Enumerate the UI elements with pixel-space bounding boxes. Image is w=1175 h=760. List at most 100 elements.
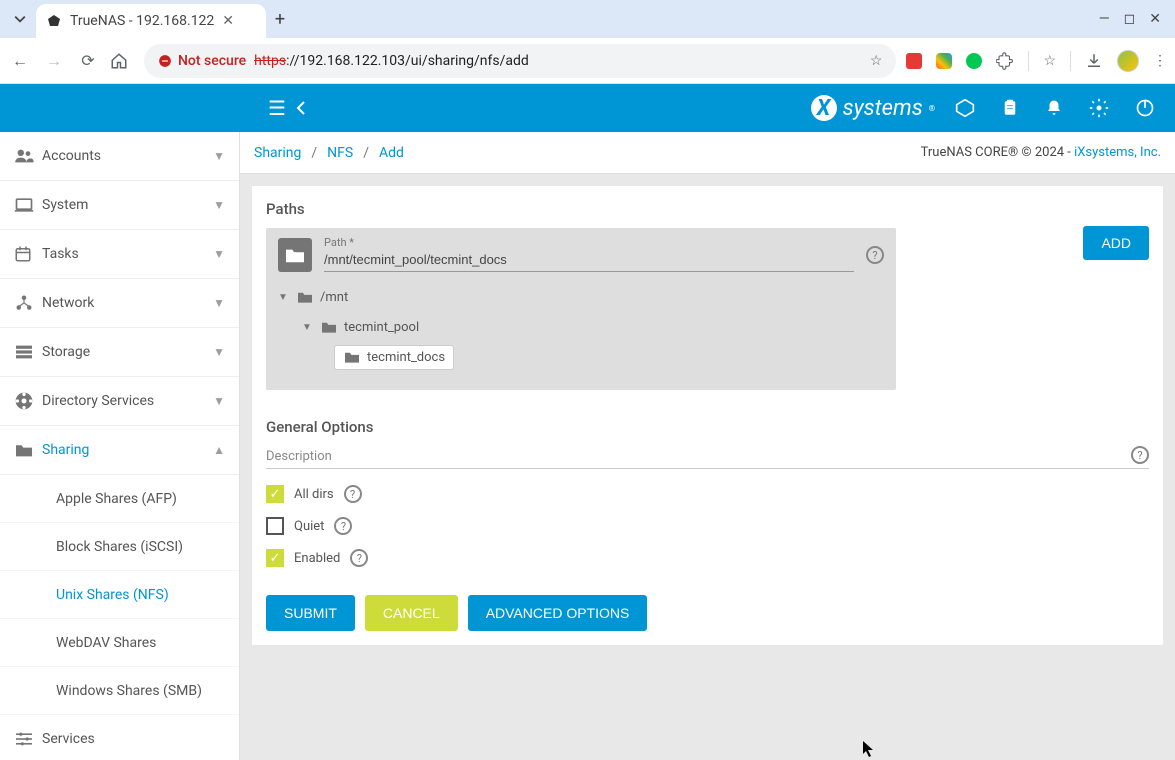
back-button[interactable]: ← — [8, 51, 32, 71]
url-text: https://192.168.122.103/ui/sharing/nfs/a… — [254, 53, 529, 69]
sidebar-item-accounts[interactable]: Accounts ▼ — [0, 132, 239, 181]
sliders-icon — [14, 731, 42, 747]
sidebar-item-label: Directory Services — [42, 393, 213, 409]
folder-add-icon[interactable] — [278, 238, 312, 272]
tree-row-root[interactable]: ▼ /mnt — [278, 282, 884, 312]
folder-icon — [296, 290, 314, 304]
back-chevron-icon[interactable] — [296, 101, 306, 115]
chevron-up-icon: ▲ — [213, 443, 225, 457]
not-secure-badge[interactable]: Not secure — [158, 53, 246, 69]
help-icon[interactable]: ? — [334, 517, 352, 535]
extensions-icon[interactable] — [996, 52, 1014, 70]
checkbox-label: Enabled — [294, 551, 340, 566]
sidebar-item-label: Accounts — [42, 148, 213, 164]
grammarly-ext-icon[interactable] — [966, 53, 982, 69]
sidebar-item-network[interactable]: Network ▼ — [0, 279, 239, 328]
path-field-label: Path * — [324, 236, 354, 249]
sidebar-sub-nfs[interactable]: Unix Shares (NFS) — [0, 571, 239, 619]
sidebar-item-label: Network — [42, 295, 213, 311]
sidebar-sub-smb[interactable]: Windows Shares (SMB) — [0, 667, 239, 715]
sidebar-item-directory-services[interactable]: Directory Services ▼ — [0, 377, 239, 426]
address-bar[interactable]: Not secure https://192.168.122.103/ui/sh… — [144, 44, 896, 78]
crumb-nfs[interactable]: NFS — [327, 145, 353, 161]
chevron-down-icon: ▼ — [213, 345, 225, 359]
advanced-options-button[interactable]: ADVANCED OPTIONS — [468, 595, 648, 631]
divider — [1028, 51, 1029, 71]
help-icon[interactable]: ? — [1131, 446, 1149, 464]
crumb-add[interactable]: Add — [379, 145, 404, 161]
window-maximize-icon[interactable]: ◻ — [1124, 11, 1136, 27]
help-icon[interactable]: ? — [350, 549, 368, 567]
sidebar-item-services[interactable]: Services — [0, 715, 239, 760]
chevron-down-icon: ▼ — [213, 247, 225, 261]
path-input[interactable] — [324, 238, 854, 272]
folder-icon — [320, 320, 338, 334]
breadcrumb: Sharing / NFS / Add — [254, 145, 404, 161]
sidebar-item-storage[interactable]: Storage ▼ — [0, 328, 239, 377]
ix-logo-icon: X — [811, 95, 837, 121]
flipboard-ext-icon[interactable] — [906, 53, 922, 69]
sidebar-item-label: System — [42, 197, 213, 213]
checkbox-enabled[interactable]: ✓ — [266, 549, 284, 567]
hamburger-menu-icon[interactable]: ☰ — [268, 96, 286, 120]
checkbox-label: Quiet — [294, 519, 324, 534]
clipboard-icon[interactable] — [1001, 98, 1019, 118]
sidebar-sub-iscsi[interactable]: Block Shares (iSCSI) — [0, 523, 239, 571]
reload-button[interactable]: ⟳ — [76, 51, 100, 70]
tree-row-l2[interactable]: tecmint_docs — [278, 342, 884, 372]
sidebar-item-label: Services — [42, 731, 225, 747]
sidebar-item-label: Storage — [42, 344, 213, 360]
chevron-down-icon: ▼ — [213, 394, 225, 408]
forward-button: → — [42, 51, 66, 71]
add-path-button[interactable]: ADD — [1083, 226, 1149, 260]
tab-dropdown-icon[interactable] — [4, 13, 36, 25]
window-minimize-icon[interactable]: — — [1099, 11, 1110, 27]
chrome-menu-icon[interactable]: ⋮ — [1153, 53, 1167, 69]
sidebar-sub-afp[interactable]: Apple Shares (AFP) — [0, 475, 239, 523]
chevron-down-icon: ▼ — [213, 198, 225, 212]
sidebar-sub-webdav[interactable]: WebDAV Shares — [0, 619, 239, 667]
close-tab-icon[interactable]: ✕ — [222, 13, 234, 29]
power-icon[interactable] — [1135, 98, 1155, 118]
sidebar-item-sharing[interactable]: Sharing ▲ — [0, 426, 239, 475]
notifications-icon[interactable] — [1045, 98, 1063, 118]
chevron-down-icon: ▼ — [213, 149, 225, 163]
tree-arrow-icon: ▼ — [302, 322, 314, 333]
section-title-paths: Paths — [266, 200, 1149, 218]
settings-gear-icon[interactable] — [1089, 98, 1109, 118]
tree-arrow-icon: ▼ — [278, 292, 290, 303]
cursor-icon — [862, 740, 876, 758]
new-tab-button[interactable]: + — [266, 9, 294, 30]
brand-logo: X systems ® — [811, 95, 955, 121]
section-title-general: General Options — [266, 418, 1149, 436]
ixsystems-link[interactable]: iXsystems, Inc. — [1074, 145, 1161, 160]
folder-icon — [14, 442, 42, 458]
submit-button[interactable]: SUBMIT — [266, 595, 355, 631]
calendar-icon — [14, 245, 42, 263]
checkbox-quiet[interactable] — [266, 517, 284, 535]
home-button[interactable] — [110, 52, 134, 70]
help-icon[interactable]: ? — [866, 246, 884, 264]
bookmarks-icon[interactable]: ☆ — [1043, 53, 1056, 69]
accounts-icon — [14, 148, 42, 164]
sidebar-item-tasks[interactable]: Tasks ▼ — [0, 230, 239, 279]
favicon-icon — [46, 13, 62, 29]
tab-title: TrueNAS - 192.168.122 — [70, 13, 214, 29]
tree-row-l1[interactable]: ▼ tecmint_pool — [278, 312, 884, 342]
folder-icon — [343, 350, 361, 364]
truecommand-icon[interactable] — [955, 98, 975, 118]
instagram-ext-icon[interactable] — [936, 53, 952, 69]
profile-avatar[interactable] — [1117, 50, 1139, 72]
sidebar-item-label: Sharing — [42, 442, 213, 458]
cancel-button[interactable]: CANCEL — [365, 595, 458, 631]
window-close-icon[interactable]: ✕ — [1149, 11, 1161, 27]
downloads-icon[interactable] — [1085, 52, 1103, 70]
checkbox-alldirs[interactable]: ✓ — [266, 485, 284, 503]
browser-tab[interactable]: TrueNAS - 192.168.122 ✕ — [36, 4, 266, 38]
help-icon[interactable]: ? — [344, 485, 362, 503]
crumb-sharing[interactable]: Sharing — [254, 145, 301, 161]
bookmark-star-icon[interactable]: ☆ — [870, 53, 883, 69]
network-icon — [14, 294, 42, 312]
directory-icon — [14, 391, 42, 411]
sidebar-item-system[interactable]: System ▼ — [0, 181, 239, 230]
